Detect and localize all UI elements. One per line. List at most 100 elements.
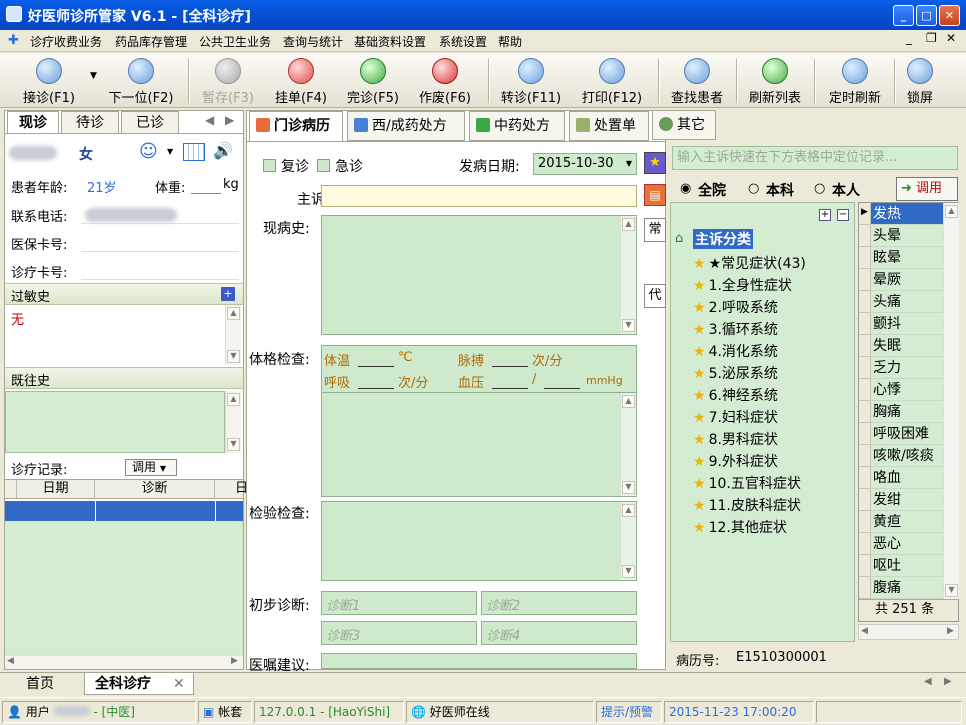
grid-cell[interactable]: 咯血	[871, 467, 943, 489]
scope-self-radio[interactable]: ○	[814, 181, 825, 196]
history-box[interactable]	[5, 391, 225, 453]
template-save-icon[interactable]: ▤	[644, 184, 666, 206]
find-patient-button[interactable]: 查找患者	[664, 56, 730, 106]
menu-public-health[interactable]: 公共卫生业务	[199, 33, 271, 50]
expand-all-icon[interactable]: +	[819, 209, 831, 221]
tab-scroll-right-icon[interactable]: ▶	[225, 113, 234, 127]
void-button[interactable]: 作废(F6)	[412, 56, 478, 106]
tree-item[interactable]: ★ 4.消化系统	[693, 341, 778, 361]
mdi-restore-icon[interactable]: ❐	[926, 31, 937, 45]
proxy-button[interactable]: 代	[644, 284, 666, 308]
tree-item[interactable]: ★ ★常见症状(43)	[693, 253, 806, 273]
refresh-list-button[interactable]: 刷新列表	[742, 56, 808, 106]
allergy-scrollbar[interactable]: ▲ ▼	[225, 305, 241, 365]
records-table-body[interactable]	[5, 521, 243, 655]
use-complaint-button[interactable]: ➜ 调用	[896, 177, 958, 201]
minimize-button[interactable]: _	[893, 5, 914, 26]
tab-western-prescription[interactable]: 西/成药处方	[347, 111, 465, 141]
grid-cell[interactable]: 头晕	[871, 225, 943, 247]
tab-done[interactable]: 已诊	[121, 111, 179, 133]
scope-dept-radio[interactable]: ○	[748, 181, 759, 196]
complaint-category-tree[interactable]: + − ⌂ 主诉分类 ★ ★常见症状(43) ★ 1.全身性症状 ★ 2.呼吸系统 ★…	[670, 202, 855, 642]
grid-cell[interactable]: 咳嗽/咳痰	[871, 445, 943, 467]
reception-button[interactable]: 接诊(F1)	[14, 56, 84, 106]
col-diagnosis[interactable]: 诊断	[95, 480, 215, 498]
tab-chinese-prescription[interactable]: 中药处方	[469, 111, 565, 141]
collapse-all-icon[interactable]: −	[837, 209, 849, 221]
close-button[interactable]: ✕	[939, 5, 960, 26]
id-card-icon[interactable]	[183, 143, 205, 161]
avatar-dropdown-icon[interactable]: ▼	[167, 147, 173, 156]
menu-system-settings[interactable]: 系统设置	[439, 33, 487, 50]
menu-clinic-billing[interactable]: 诊疗收费业务	[30, 33, 102, 50]
tab-scroll-left-icon[interactable]: ◀	[205, 113, 214, 127]
tab-current[interactable]: 现诊	[7, 111, 59, 133]
diagnosis-4-input[interactable]: 诊断4	[481, 621, 637, 645]
tab-general-clinic[interactable]: 全科诊疗 ✕	[84, 673, 194, 695]
menu-query-stats[interactable]: 查询与统计	[283, 33, 343, 50]
favorite-star-icon[interactable]: ★	[644, 152, 666, 174]
tree-item[interactable]: ★ 12.其他症状	[693, 517, 787, 537]
menu-help[interactable]: 帮助	[498, 33, 522, 50]
tabs-scroll-left-icon[interactable]: ◀	[924, 676, 932, 687]
history-scrollbar[interactable]: ▲ ▼	[225, 391, 241, 453]
grid-cell[interactable]: 心悸	[871, 379, 943, 401]
tab-home[interactable]: 首页	[8, 673, 72, 695]
symptom-grid-scrollbar[interactable]: ▲ ▼	[943, 203, 959, 599]
diagnosis-2-input[interactable]: 诊断2	[481, 591, 637, 615]
common-phrase-button[interactable]: 常	[644, 218, 666, 242]
tree-item[interactable]: ★ 2.呼吸系统	[693, 297, 778, 317]
grid-cell[interactable]: 眩晕	[871, 247, 943, 269]
allergy-box[interactable]: 无	[5, 305, 225, 365]
tab-other[interactable]: 其它	[652, 110, 716, 140]
grid-cell[interactable]: 黄疸	[871, 511, 943, 533]
grid-cell[interactable]: 颤抖	[871, 313, 943, 335]
patient-avatar-icon[interactable]: ☺	[139, 141, 158, 162]
mdi-minimize-icon[interactable]: _	[906, 31, 912, 45]
grid-cell[interactable]: 失眠	[871, 335, 943, 357]
table-row[interactable]	[5, 501, 243, 521]
menu-pharmacy[interactable]: 药品库存管理	[115, 33, 187, 50]
records-load-dropdown[interactable]: 调用 ▼	[125, 459, 177, 476]
status-online[interactable]: 🌐 好医师在线	[406, 701, 594, 723]
records-hscrollbar[interactable]: ◀ ▶	[5, 655, 243, 669]
grid-cell[interactable]: 发绀	[871, 489, 943, 511]
symptom-grid-hscrollbar[interactable]: ◀ ▶	[858, 624, 959, 640]
tree-item[interactable]: ★ 5.泌尿系统	[693, 363, 778, 383]
present-illness-textarea[interactable]: ▲ ▼	[321, 215, 637, 335]
tree-item[interactable]: ★ 8.男科症状	[693, 429, 778, 449]
tree-root[interactable]: 主诉分类	[693, 229, 753, 249]
tree-item[interactable]: ★ 11.皮肤科症状	[693, 495, 801, 515]
tree-item[interactable]: ★ 9.外科症状	[693, 451, 778, 471]
lab-exam-textarea[interactable]: ▲ ▼	[321, 501, 637, 581]
hang-order-button[interactable]: 挂单(F4)	[268, 56, 334, 106]
status-tips[interactable]: 提示/预警	[596, 701, 662, 723]
speaker-icon[interactable]: 🔊	[213, 141, 233, 160]
grid-cell[interactable]: 呕吐	[871, 555, 943, 577]
add-allergy-icon[interactable]: +	[221, 287, 235, 301]
emergency-checkbox[interactable]	[317, 159, 330, 172]
tree-item[interactable]: ★ 7.妇科症状	[693, 407, 778, 427]
scope-all-radio[interactable]: ◉	[680, 181, 691, 196]
symptom-grid[interactable]: ▶ 发热 头晕 眩晕 晕厥 头痛 颤抖 失眠 乏力 心悸 胸痛 呼吸困难 咳嗽/咳…	[858, 202, 959, 622]
print-button[interactable]: 打印(F12)	[574, 56, 650, 106]
transfer-button[interactable]: 转诊(F11)	[494, 56, 568, 106]
complete-button[interactable]: 完诊(F5)	[340, 56, 406, 106]
tree-item[interactable]: ★ 3.循环系统	[693, 319, 778, 339]
next-patient-button[interactable]: 下一位(F2)	[100, 56, 182, 106]
tree-item[interactable]: ★ 1.全身性症状	[693, 275, 792, 295]
diagnosis-3-input[interactable]: 诊断3	[321, 621, 477, 645]
grid-cell[interactable]: 头痛	[871, 291, 943, 313]
maximize-button[interactable]: □	[916, 5, 937, 26]
grid-cell[interactable]: 晕厥	[871, 269, 943, 291]
tree-item[interactable]: ★ 10.五官科症状	[693, 473, 801, 493]
tab-outpatient-record[interactable]: 门诊病历	[249, 111, 343, 141]
complaint-input[interactable]	[321, 185, 637, 207]
advice-textarea[interactable]	[321, 653, 637, 669]
onset-date-picker[interactable]: 2015-10-30 ▼	[533, 153, 637, 175]
complaint-search-input[interactable]: 输入主诉快速在下方表格中定位记录...	[672, 146, 958, 170]
diagnosis-1-input[interactable]: 诊断1	[321, 591, 477, 615]
tab-treatment[interactable]: 处置单	[569, 111, 649, 141]
col-date[interactable]: 日期	[17, 480, 95, 498]
grid-cell[interactable]: 乏力	[871, 357, 943, 379]
